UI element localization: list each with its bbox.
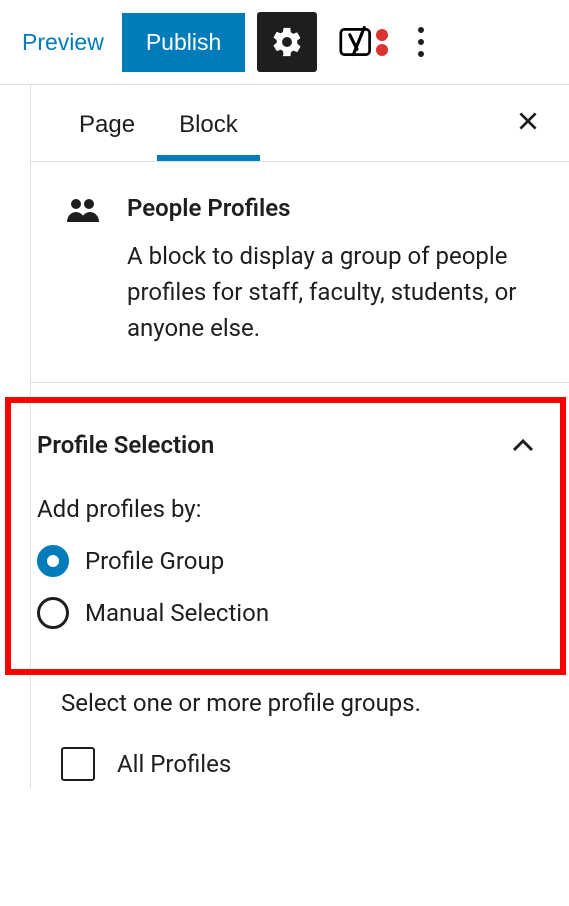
radio-label: Manual Selection [85,599,269,627]
chevron-up-icon [512,438,534,452]
block-description: A block to display a group of people pro… [127,238,539,346]
settings-sidebar: Page Block People Profiles A block to di… [30,85,569,789]
preview-button[interactable]: Preview [16,21,110,64]
radio-input[interactable] [37,597,69,629]
close-sidebar-button[interactable] [507,97,549,150]
checkbox-option-all-profiles[interactable]: All Profiles [35,739,569,789]
settings-button[interactable] [257,12,317,72]
panel-body: Add profiles by: Profile Group Manual Se… [11,483,560,669]
checkbox-input[interactable] [61,747,95,781]
radio-label: Profile Group [85,547,224,575]
radio-input[interactable] [37,545,69,577]
block-card: People Profiles A block to display a gro… [31,162,569,383]
panel-toggle[interactable]: Profile Selection [11,403,560,483]
tab-page[interactable]: Page [57,85,157,161]
more-options-button[interactable] [401,14,441,70]
profile-selection-panel: Profile Selection Add profiles by: Profi… [5,397,566,675]
block-title: People Profiles [127,194,539,222]
tab-block[interactable]: Block [157,85,260,161]
close-icon [515,108,541,134]
publish-button[interactable]: Publish [122,13,245,72]
traffic-light-icon [375,28,389,58]
sidebar-tabs: Page Block [31,85,569,162]
groups-help-text: Select one or more profile groups. [35,675,569,739]
yoast-icon [339,24,375,60]
gear-icon [270,25,304,59]
kebab-menu-icon [417,26,425,58]
editor-toolbar: Preview Publish [0,0,569,85]
field-label: Add profiles by: [37,495,534,523]
people-icon [67,198,99,224]
checkbox-label: All Profiles [117,750,231,778]
panel-title: Profile Selection [37,431,512,459]
radio-option-manual[interactable]: Manual Selection [37,597,534,629]
radio-option-profile-group[interactable]: Profile Group [37,545,534,577]
yoast-seo-button[interactable] [329,14,385,70]
